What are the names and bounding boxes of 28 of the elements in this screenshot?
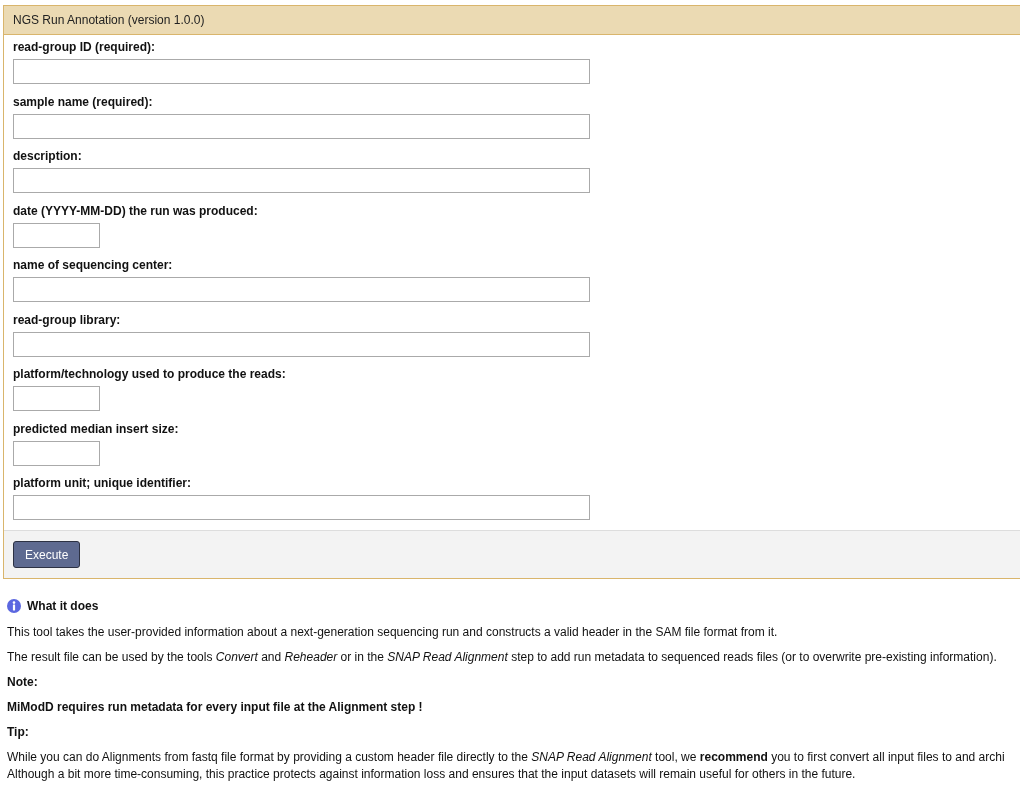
- text-input[interactable]: [13, 386, 100, 411]
- text-input[interactable]: [13, 113, 590, 139]
- info-icon: [7, 599, 21, 613]
- text-input[interactable]: [13, 168, 590, 193]
- text-input[interactable]: [13, 495, 590, 520]
- text-input[interactable]: [13, 59, 590, 84]
- field-label: name of sequencing center:: [13, 258, 173, 272]
- field-label: description:: [13, 149, 82, 163]
- text-input[interactable]: [13, 222, 100, 248]
- help-paragraph: While you can do Alignments from fastq file format by providing a custom header file directly to the SNAP Read Alignment tool, we recommend you to first convert all input files to and archi Although a bit more time-consuming, this practice protects against information loss and ensures that the input datasets will remain useful for others in the future.: [7, 749, 1005, 783]
- help-paragraph: The result file can be used by the tools Convert and Reheader or in the SNAP Read Alignment step to add run metadata to sequenced reads files (or to overwrite pre-existing information).: [7, 649, 997, 666]
- panel-title: NGS Run Annotation (version 1.0.0): [13, 12, 205, 29]
- field-label: read-group library:: [13, 312, 121, 327]
- execute-button[interactable]: Execute: [13, 541, 81, 568]
- text-input[interactable]: [13, 331, 590, 357]
- text-input[interactable]: [13, 277, 590, 302]
- help-note: MiModD requires run metadata for every input file at the Alignment step !: [7, 699, 423, 716]
- field-label: date (YYYY-MM-DD) the run was produced:: [13, 203, 258, 218]
- field-label: sample name (required):: [13, 94, 153, 109]
- field-label: predicted median insert size:: [13, 421, 179, 436]
- section-heading: What it does: [27, 599, 99, 613]
- help-note: Tip:: [7, 724, 29, 741]
- field-label: platform unit; unique identifier:: [13, 476, 191, 490]
- help-note: Note:: [7, 674, 38, 691]
- field-label: read-group ID (required):: [13, 40, 155, 54]
- field-label: platform/technology used to produce the reads:: [13, 367, 286, 381]
- help-paragraph: This tool takes the user-provided information about a next-generation sequencing run and constructs a valid header in the SAM file format from it.: [7, 624, 778, 641]
- text-input[interactable]: [13, 440, 100, 466]
